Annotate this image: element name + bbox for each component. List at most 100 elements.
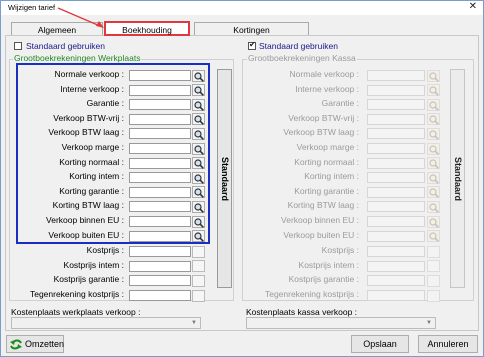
account-input[interactable] bbox=[367, 201, 425, 213]
account-input[interactable] bbox=[367, 172, 425, 184]
row-label: Verkoop binnen EU : bbox=[281, 215, 359, 225]
search-icon[interactable] bbox=[192, 230, 205, 243]
chevron-down-icon: ▼ bbox=[426, 320, 432, 326]
left-cost-center-select[interactable]: ▼ bbox=[11, 317, 201, 329]
left-standard-checkbox[interactable] bbox=[14, 42, 22, 50]
right-group-title: Grootboekrekeningen Kassa bbox=[247, 53, 357, 63]
lookup-button[interactable] bbox=[427, 245, 440, 258]
row-label: Kostprijs : bbox=[321, 245, 359, 256]
account-input[interactable] bbox=[129, 275, 191, 287]
search-icon[interactable] bbox=[427, 230, 440, 243]
convert-arrow-icon bbox=[10, 339, 22, 350]
search-icon[interactable] bbox=[192, 98, 205, 111]
search-icon[interactable] bbox=[192, 127, 205, 140]
account-input[interactable] bbox=[129, 113, 191, 125]
search-icon[interactable] bbox=[427, 142, 440, 155]
tab-label: Kortingen bbox=[233, 25, 270, 35]
account-input[interactable] bbox=[367, 260, 425, 272]
search-icon[interactable] bbox=[192, 84, 205, 97]
lookup-button[interactable] bbox=[192, 274, 205, 287]
account-input[interactable] bbox=[367, 157, 425, 169]
search-icon[interactable] bbox=[192, 142, 205, 155]
account-input[interactable] bbox=[129, 70, 191, 81]
lookup-button[interactable] bbox=[427, 289, 440, 302]
account-input[interactable] bbox=[367, 84, 425, 96]
account-input[interactable] bbox=[129, 143, 191, 154]
right-standard-button[interactable]: Standaard bbox=[450, 69, 465, 288]
account-input[interactable] bbox=[129, 172, 191, 184]
account-input[interactable] bbox=[367, 290, 425, 301]
search-icon[interactable] bbox=[427, 69, 440, 82]
row-label: Garantie : bbox=[321, 98, 359, 109]
dialog-window: Wijzigen tarief ✕ Algemeen Boekhouding K… bbox=[0, 0, 484, 357]
left-standard-checkbox-label: Standaard gebruiken bbox=[26, 41, 105, 51]
row-label: Verkoop BTW-vrij : bbox=[288, 112, 359, 123]
lookup-button[interactable] bbox=[427, 274, 440, 287]
tab-boekhouding[interactable]: Boekhouding bbox=[104, 21, 190, 36]
account-input[interactable] bbox=[367, 128, 425, 140]
save-button-label: Opslaan bbox=[363, 339, 397, 349]
convert-button[interactable]: Omzetten bbox=[6, 335, 64, 353]
search-icon[interactable] bbox=[427, 98, 440, 111]
lookup-button[interactable] bbox=[192, 260, 205, 273]
search-icon[interactable] bbox=[192, 113, 205, 126]
account-input[interactable] bbox=[367, 216, 425, 227]
account-input[interactable] bbox=[129, 128, 191, 140]
account-input[interactable] bbox=[367, 70, 425, 81]
left-standard-button[interactable]: Standaard bbox=[217, 69, 232, 288]
account-input[interactable] bbox=[129, 201, 191, 213]
lookup-button[interactable] bbox=[427, 260, 440, 273]
account-input[interactable] bbox=[367, 230, 425, 242]
search-icon[interactable] bbox=[192, 157, 205, 170]
row-label: Normale verkoop : bbox=[54, 69, 124, 79]
account-input[interactable] bbox=[129, 157, 191, 169]
account-input[interactable] bbox=[367, 186, 425, 198]
account-input[interactable] bbox=[367, 99, 425, 111]
row-label: Verkoop buiten EU : bbox=[48, 229, 124, 240]
lookup-button[interactable] bbox=[192, 245, 205, 258]
search-icon[interactable] bbox=[192, 69, 205, 82]
search-icon[interactable] bbox=[192, 186, 205, 199]
search-icon[interactable] bbox=[192, 171, 205, 184]
search-icon[interactable] bbox=[192, 200, 205, 213]
search-icon[interactable] bbox=[427, 200, 440, 213]
account-input[interactable] bbox=[129, 290, 191, 301]
search-icon[interactable] bbox=[427, 186, 440, 199]
search-icon[interactable] bbox=[192, 215, 205, 228]
standard-button-label: Standaard bbox=[452, 156, 463, 201]
account-input[interactable] bbox=[129, 246, 191, 258]
search-icon[interactable] bbox=[427, 171, 440, 184]
account-input[interactable] bbox=[367, 275, 425, 287]
row-label: Korting BTW laag : bbox=[287, 200, 359, 211]
search-icon[interactable] bbox=[427, 157, 440, 170]
row-label: Verkoop BTW laag : bbox=[48, 127, 124, 138]
account-input[interactable] bbox=[367, 113, 425, 125]
account-input[interactable] bbox=[129, 99, 191, 111]
account-input[interactable] bbox=[129, 260, 191, 272]
account-input[interactable] bbox=[129, 186, 191, 198]
right-cost-center-select[interactable]: ▼ bbox=[246, 317, 436, 329]
account-input[interactable] bbox=[129, 84, 191, 96]
row-label: Korting normaal : bbox=[59, 156, 124, 167]
row-label: Korting BTW laag : bbox=[52, 200, 124, 211]
cancel-button[interactable]: Annuleren bbox=[418, 335, 478, 353]
search-icon[interactable] bbox=[427, 215, 440, 228]
row-label: Interne verkoop : bbox=[60, 83, 124, 94]
save-button[interactable]: Opslaan bbox=[351, 335, 409, 353]
search-icon[interactable] bbox=[427, 113, 440, 126]
right-standard-checkbox[interactable] bbox=[248, 40, 256, 50]
account-input[interactable] bbox=[367, 143, 425, 154]
account-input[interactable] bbox=[129, 230, 191, 242]
lookup-button[interactable] bbox=[192, 289, 205, 302]
cancel-button-label: Annuleren bbox=[427, 339, 469, 349]
row-label: Kostprijs garantie : bbox=[53, 274, 124, 285]
account-input[interactable] bbox=[367, 246, 425, 258]
left-group-title: Grootboekrekeningen Werkplaats bbox=[13, 53, 142, 63]
row-label: Korting garantie : bbox=[59, 185, 124, 196]
account-input[interactable] bbox=[129, 216, 191, 227]
search-icon[interactable] bbox=[427, 127, 440, 140]
close-icon[interactable]: ✕ bbox=[469, 1, 477, 13]
search-icon[interactable] bbox=[427, 84, 440, 97]
row-label: Kostprijs : bbox=[86, 245, 124, 256]
right-cost-center-label: Kostenplaats kassa verkoop : bbox=[246, 307, 358, 317]
